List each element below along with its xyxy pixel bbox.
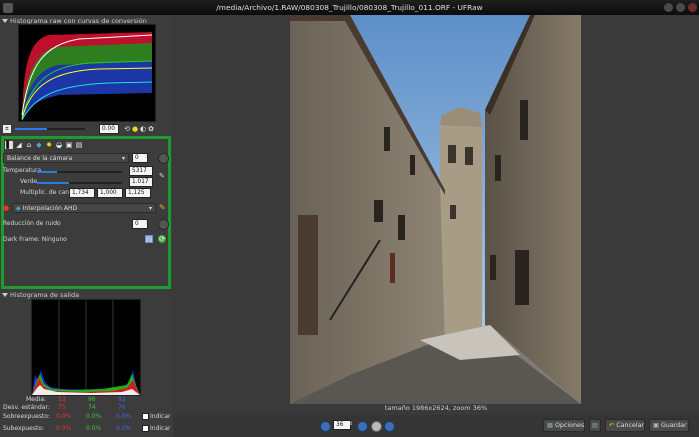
sobre-green: 0.0% (86, 413, 102, 420)
save-icon: ▣ (653, 422, 659, 429)
chevron-down-icon: ▾ (121, 154, 125, 162)
zoom-100-icon[interactable] (384, 421, 395, 432)
sub-green: 0.0% (86, 425, 102, 432)
street-photo (290, 15, 581, 404)
sub-red: 0.0% (56, 425, 72, 432)
open-dark-frame-icon[interactable]: ▤ (145, 235, 153, 243)
zoom-fit-icon[interactable] (371, 421, 382, 432)
exposure-icon: ± (3, 125, 11, 133)
desv-label: Desv. estándar: (3, 404, 50, 411)
preview-image[interactable] (290, 15, 581, 404)
dark-frame-label: Dark Frame: Ninguno (3, 236, 67, 243)
collapse-triangle-icon (2, 292, 8, 297)
wb-preset-spinner-icon[interactable]: ⇕ (144, 154, 148, 160)
sobre-check-label: Indicar (150, 413, 171, 420)
save-button[interactable]: ▣ Guardar (649, 419, 689, 432)
sobre-blue: 0.0% (116, 413, 132, 420)
raw-histogram-curves (21, 32, 153, 121)
desv-red: 75 (58, 404, 66, 411)
temperature-label: Temperatura (3, 167, 42, 174)
image-info: tamaño 1986x2624, zoom 36% (384, 404, 488, 412)
media-red: 53 (58, 396, 66, 403)
media-blue: 92 (118, 396, 126, 403)
cancel-button[interactable]: ↶ Cancelar (605, 419, 645, 432)
sobre-checkbox[interactable] (142, 413, 149, 420)
desv-blue: 70 (118, 404, 126, 411)
white-balance-preset-select[interactable]: Balance de la cámara ▾ (3, 153, 129, 163)
zoom-out-icon[interactable] (320, 421, 331, 432)
noise-reset-button[interactable] (158, 219, 169, 230)
output-histogram[interactable] (31, 299, 141, 396)
sub-checkbox[interactable] (142, 425, 149, 432)
interpolation-icon: ◆ (16, 204, 21, 212)
maximize-icon[interactable] (676, 3, 685, 12)
sobre-red: 0.0% (56, 413, 72, 420)
restore-details-icon[interactable]: ◐ (139, 125, 147, 133)
smoothing-icon[interactable]: ✎ (159, 203, 166, 212)
sobre-label: Sobreexpuesto: (3, 413, 50, 420)
auto-exposure-icon[interactable]: ● (131, 125, 139, 133)
trash-icon: ▤ (592, 422, 598, 429)
wb-reset-button[interactable] (158, 153, 169, 164)
noise-spinner-icon[interactable]: ⇕ (144, 220, 148, 226)
delete-button[interactable]: ▤ (589, 419, 601, 432)
undo-icon: ↶ (609, 422, 615, 429)
reset-exposure-icon[interactable]: ⟲ (123, 125, 131, 133)
multipliers-label: Multiplic. de canal (20, 189, 75, 196)
chevron-down-icon: ▾ (148, 204, 152, 212)
interpolation-select[interactable]: ◆ Interpolación AHD ▾ (12, 203, 156, 213)
options-button[interactable]: ▦ Opciones (543, 419, 585, 432)
sub-check-label: Indicar (150, 425, 171, 432)
left-panel: Histograma raw con curvas de conversión … (0, 15, 173, 437)
bottom-toolbar: 36 ⇕ ▦ Opciones ▤ ↶ Cancelar ▣ Guardar (173, 415, 699, 437)
exposure-slider[interactable] (15, 128, 85, 130)
noise-label: Reducción de ruido (3, 220, 61, 227)
sub-blue: 0.0% (116, 425, 132, 432)
options-icon: ▦ (547, 422, 553, 429)
exposure-row: ± 0.00 ⟲ ● ◐ ✿ (3, 124, 171, 134)
multiplier-green-field[interactable]: 1,000 (97, 188, 123, 198)
green-label: Verde (20, 178, 38, 185)
close-icon[interactable] (688, 3, 697, 12)
spot-wb-icon[interactable]: ✎ (159, 172, 165, 180)
zoom-in-icon[interactable] (357, 421, 368, 432)
preview-area (173, 15, 699, 415)
zoom-spinner-icon[interactable]: ⇕ (349, 421, 353, 427)
multiplier-blue-field[interactable]: 1,125 (125, 188, 151, 198)
color-filter-icon: ● (3, 204, 10, 212)
temperature-slider[interactable] (37, 171, 122, 173)
green-slider[interactable] (37, 182, 122, 184)
minimize-icon[interactable] (664, 3, 673, 12)
window-title: /media/Archivo/1.RAW/080308_Trujillo/080… (216, 3, 483, 12)
media-label: Media: (26, 396, 47, 403)
output-histogram-header[interactable]: Histograma de salida (2, 290, 79, 299)
window-titlebar: /media/Archivo/1.RAW/080308_Trujillo/080… (0, 0, 699, 15)
media-green: 96 (88, 396, 96, 403)
temperature-field[interactable]: 5317 (129, 166, 153, 176)
sub-label: Subexpuesto: (3, 425, 45, 432)
green-field[interactable]: 1.017 (129, 177, 153, 187)
multiplier-red-field[interactable]: 1,734 (69, 188, 95, 198)
collapse-triangle-icon (2, 18, 8, 23)
clear-dark-frame-icon[interactable]: ⟳ (158, 235, 166, 243)
output-histogram-graph (32, 300, 140, 395)
raw-histogram[interactable] (18, 24, 156, 122)
desv-green: 74 (88, 404, 96, 411)
exposure-value-field[interactable]: 0.00 (99, 124, 119, 134)
clip-highlights-icon[interactable]: ✿ (147, 125, 155, 133)
